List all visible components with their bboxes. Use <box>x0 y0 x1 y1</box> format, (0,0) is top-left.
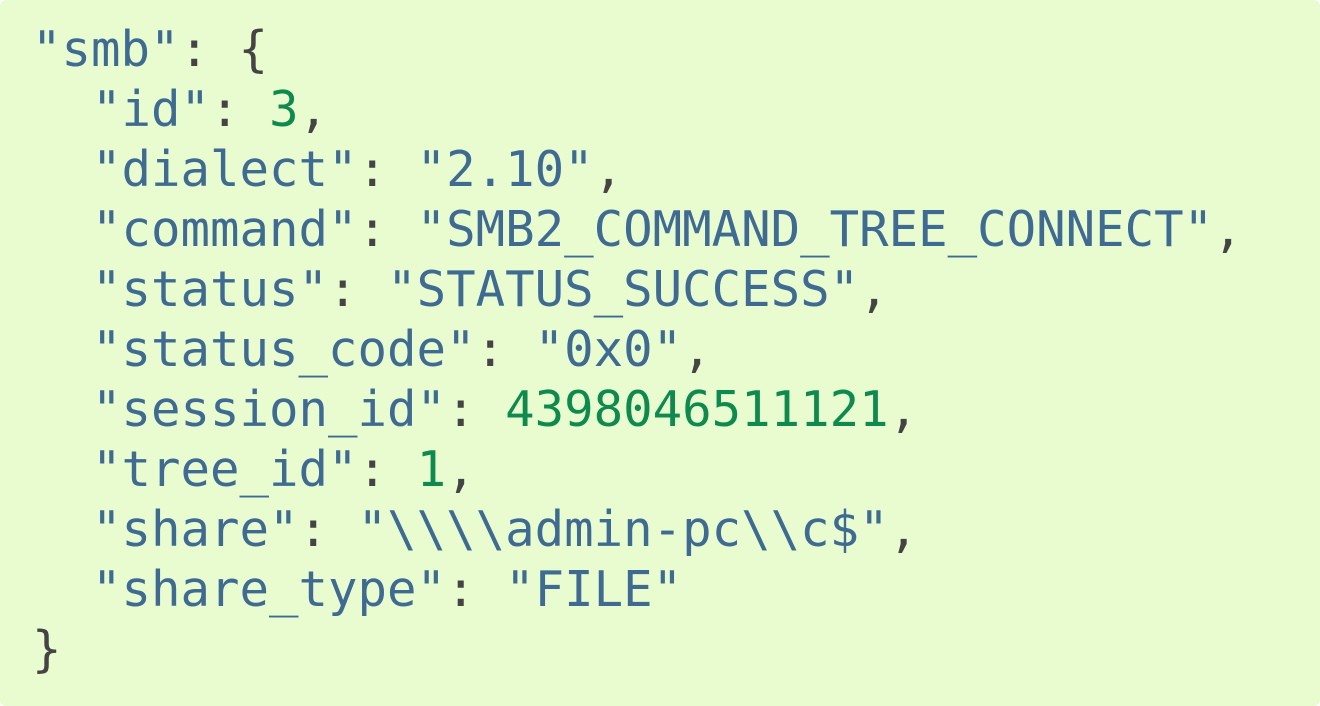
key-text: session_id <box>121 381 417 438</box>
code-line-share: "share": "\\\\admin-pc\\c$", <box>32 500 1320 560</box>
json-key: "session_id" <box>92 381 447 438</box>
code-line-id: "id": 3, <box>32 80 1320 140</box>
key-text: share <box>121 501 270 558</box>
json-string-value: "STATUS_SUCCESS" <box>387 261 860 318</box>
json-key-root: "smb" <box>32 21 180 78</box>
json-number-value: 4398046511121 <box>505 381 889 438</box>
colon: : <box>210 81 270 138</box>
code-line-command: "command": "SMB2_COMMAND_TREE_CONNECT", <box>32 200 1320 260</box>
key-text: share_type <box>121 561 417 618</box>
json-key: "command" <box>92 201 358 258</box>
code-line-root-open: "smb": { <box>32 20 1320 80</box>
key-text: status_code <box>121 321 447 378</box>
json-key: "share_type" <box>92 561 447 618</box>
code-line-status: "status": "STATUS_SUCCESS", <box>32 260 1320 320</box>
code-line-status-code: "status_code": "0x0", <box>32 320 1320 380</box>
value-text: 2.10 <box>446 141 565 198</box>
json-string-value: "2.10" <box>416 141 594 198</box>
json-key: "status" <box>92 261 329 318</box>
comma: , <box>298 81 329 138</box>
json-key: "dialect" <box>92 141 358 198</box>
value-text: FILE <box>534 561 653 618</box>
json-code-block: "smb": {"id": 3, "dialect": "2.10", "comma… <box>0 0 1320 706</box>
code-line-dialect: "dialect": "2.10", <box>32 140 1320 200</box>
json-key: "tree_id" <box>92 441 358 498</box>
value-text: 0x0 <box>564 321 653 378</box>
colon: : <box>446 561 506 618</box>
json-string-value: "\\\\admin-pc\\c$" <box>357 501 889 558</box>
colon: : <box>357 141 417 198</box>
comma: , <box>859 261 889 318</box>
comma: , <box>593 141 624 198</box>
json-key: "status_code" <box>92 321 476 378</box>
colon: : <box>475 321 535 378</box>
json-number-value: 1 <box>416 441 447 498</box>
key-text: command <box>121 201 329 258</box>
key-text: status <box>121 261 299 318</box>
root-key-text: smb <box>61 21 151 78</box>
key-text: tree_id <box>121 441 329 498</box>
comma: , <box>682 321 712 378</box>
colon: : <box>328 261 388 318</box>
colon: : { <box>179 21 269 78</box>
comma: , <box>888 501 919 558</box>
code-line-share-type: "share_type": "FILE" <box>32 560 1320 620</box>
value-text: STATUS_SUCCESS <box>416 261 830 318</box>
json-string-value: "0x0" <box>534 321 683 378</box>
key-text: dialect <box>121 141 329 198</box>
json-key: "share" <box>92 501 299 558</box>
json-number-value: 3 <box>269 81 299 138</box>
key-text: id <box>121 81 181 138</box>
value-text: \\\\admin-pc\\c$ <box>387 501 860 558</box>
json-string-value: "SMB2_COMMAND_TREE_CONNECT" <box>416 201 1214 258</box>
code-line-tree-id: "tree_id": 1, <box>32 440 1320 500</box>
colon: : <box>446 381 506 438</box>
colon: : <box>357 201 417 258</box>
value-text: SMB2_COMMAND_TREE_CONNECT <box>446 201 1184 258</box>
json-string-value: "FILE" <box>505 561 683 618</box>
code-line-session-id: "session_id": 4398046511121, <box>32 380 1320 440</box>
comma: , <box>1213 201 1243 258</box>
closing-brace: } <box>32 621 62 678</box>
json-key: "id" <box>92 81 211 138</box>
comma: , <box>446 441 476 498</box>
colon: : <box>298 501 358 558</box>
comma: , <box>888 381 919 438</box>
colon: : <box>357 441 417 498</box>
code-line-root-close: } <box>32 620 1320 680</box>
